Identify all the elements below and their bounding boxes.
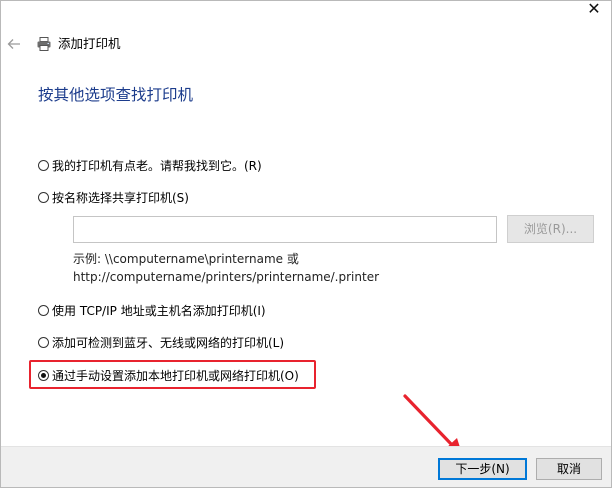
cancel-button[interactable]: 取消 xyxy=(536,458,602,480)
option-bluetooth-wireless-network[interactable]: 添加可检测到蓝牙、无线或网络的打印机(L) xyxy=(38,333,284,351)
add-printer-dialog xyxy=(0,0,612,488)
radio-tcp-ip[interactable] xyxy=(38,304,49,316)
close-icon[interactable]: ✕ xyxy=(580,0,608,18)
option-label: 添加可检测到蓝牙、无线或网络的打印机(L) xyxy=(52,335,285,350)
next-button[interactable]: 下一步(N) xyxy=(438,458,527,480)
option-shared-printer-by-name[interactable]: 按名称选择共享打印机(S) xyxy=(38,188,189,206)
annotation-highlight-box xyxy=(29,360,316,389)
shared-printer-name-input[interactable] xyxy=(73,216,497,243)
example-line-2: http://computername/printers/printername… xyxy=(73,270,380,284)
option-old-printer[interactable]: 我的打印机有点老。请帮我找到它。(R) xyxy=(38,156,262,174)
browse-button[interactable]: 浏览(R)... xyxy=(507,215,594,243)
option-label: 使用 TCP/IP 地址或主机名添加打印机(I) xyxy=(52,303,266,318)
example-line-1: 示例: \\computername\printername 或 xyxy=(73,252,299,266)
printer-icon xyxy=(37,37,51,51)
page-title: 按其他选项查找打印机 xyxy=(38,86,194,104)
example-text: 示例: \\computername\printername 或 http://… xyxy=(73,250,379,286)
option-tcp-ip[interactable]: 使用 TCP/IP 地址或主机名添加打印机(I) xyxy=(38,301,266,319)
option-label: 我的打印机有点老。请帮我找到它。(R) xyxy=(52,158,262,173)
option-label: 按名称选择共享打印机(S) xyxy=(52,190,189,205)
window-title: 添加打印机 xyxy=(58,36,121,51)
radio-old-printer[interactable] xyxy=(38,159,49,171)
radio-bluetooth-wireless[interactable] xyxy=(38,336,49,348)
radio-shared-printer[interactable] xyxy=(38,191,49,203)
back-arrow-icon[interactable] xyxy=(7,37,21,51)
